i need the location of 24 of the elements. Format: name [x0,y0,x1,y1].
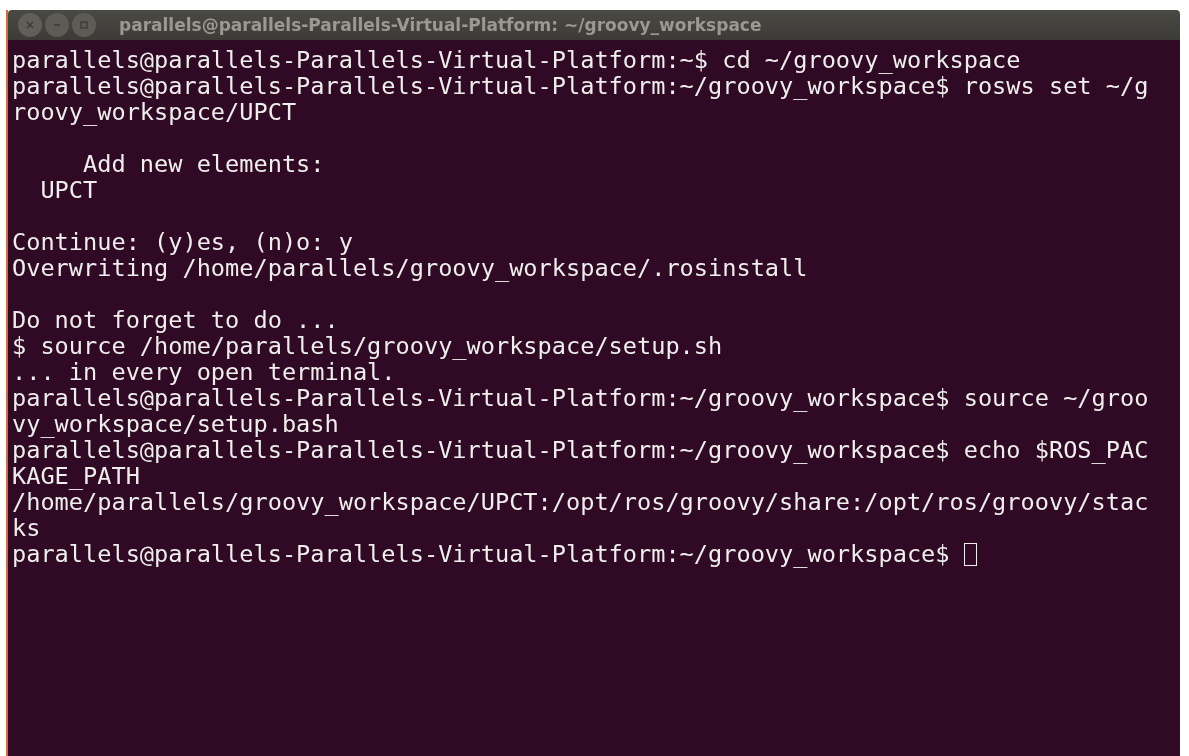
terminal-line: parallels@parallels-Parallels-Virtual-Platform:~/groovy_workspace$ source ~/groo [12,385,1149,411]
maximize-button[interactable] [72,13,96,37]
terminal-line: parallels@parallels-Parallels-Virtual-Platform:~/groovy_workspace$ rosws set ~/g [12,73,1149,99]
terminal-line: parallels@parallels-Parallels-Virtual-Platform:~/groovy_workspace$ echo $ROS_PAC [12,437,1149,463]
terminal-line: $ source /home/parallels/groovy_workspace/setup.sh [12,333,723,359]
close-button[interactable] [18,13,42,37]
maximize-icon [79,20,89,30]
terminal-line: Do not forget to do ... [12,307,339,333]
close-icon [25,20,35,30]
terminal-line: /home/parallels/groovy_workspace/UPCT:/opt/ros/groovy/share:/opt/ros/groovy/stac [12,489,1149,515]
terminal-line: parallels@parallels-Parallels-Virtual-Platform:~/groovy_workspace$ [12,541,951,567]
terminal-line: ... in every open terminal. [12,359,396,385]
terminal-line: roovy_workspace/UPCT [12,99,297,125]
terminal-line: parallels@parallels-Parallels-Virtual-Platform:~$ cd ~/groovy_workspace [12,47,1021,73]
cursor [963,542,977,566]
minimize-button[interactable] [45,13,69,37]
terminal-line: ks [12,515,41,541]
window-title: parallels@parallels-Parallels-Virtual-Platform: ~/groovy_workspace [119,15,762,35]
terminal-line: Overwriting /home/parallels/groovy_workspace/.rosinstall [12,255,808,281]
terminal-line: vy_workspace/setup.bash [12,411,339,437]
terminal-line: UPCT [39,177,98,203]
terminal-line: KAGE_PATH [12,463,140,489]
terminal-line: Continue: (y)es, (n)o: y [12,229,353,255]
terminal-line: Add new elements: [82,151,325,177]
